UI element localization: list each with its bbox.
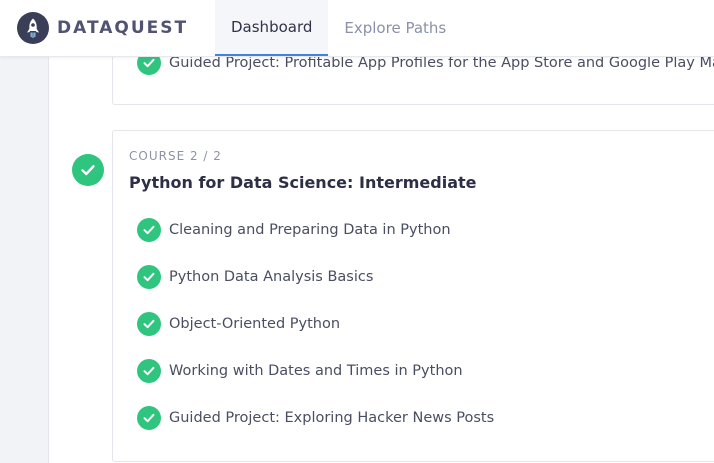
course-card: COURSE 2 / 2 Python for Data Science: In…: [112, 130, 714, 462]
lesson-title: Object-Oriented Python: [169, 316, 341, 332]
lesson-item[interactable]: Object-Oriented Python: [137, 312, 340, 336]
lesson-item[interactable]: Guided Project: Exploring Hacker News Po…: [137, 406, 494, 430]
course-title[interactable]: Python for Data Science: Intermediate: [129, 173, 476, 192]
lesson-title: Python Data Analysis Basics: [169, 269, 374, 285]
tab-explore-paths[interactable]: Explore Paths: [328, 0, 462, 56]
lesson-title: Cleaning and Preparing Data in Python: [169, 222, 451, 238]
main-nav: Dashboard Explore Paths: [215, 0, 462, 56]
lesson-title: Guided Project: Profitable App Profiles …: [169, 55, 714, 71]
check-icon: [137, 359, 161, 383]
brand-name: DATAQUEST: [57, 18, 189, 38]
check-icon: [137, 406, 161, 430]
top-header: DATAQUEST Dashboard Explore Paths: [0, 0, 714, 57]
lesson-title: Guided Project: Exploring Hacker News Po…: [169, 410, 495, 426]
course-complete-check-icon: [72, 154, 104, 186]
lesson-title: Working with Dates and Times in Python: [169, 363, 463, 379]
check-icon: [137, 265, 161, 289]
lesson-item[interactable]: Cleaning and Preparing Data in Python: [137, 218, 451, 242]
course-label: COURSE 2 / 2: [129, 149, 222, 163]
lesson-item[interactable]: Python Data Analysis Basics: [137, 265, 373, 289]
check-icon: [137, 218, 161, 242]
lesson-item[interactable]: Working with Dates and Times in Python: [137, 359, 463, 383]
tab-dashboard[interactable]: Dashboard: [215, 0, 329, 56]
check-icon: [137, 312, 161, 336]
left-rail: [0, 0, 49, 463]
rocket-icon: [17, 12, 49, 44]
brand-logo[interactable]: DATAQUEST: [17, 12, 188, 44]
dashboard-page: Guided Project: Profitable App Profiles …: [0, 0, 714, 463]
